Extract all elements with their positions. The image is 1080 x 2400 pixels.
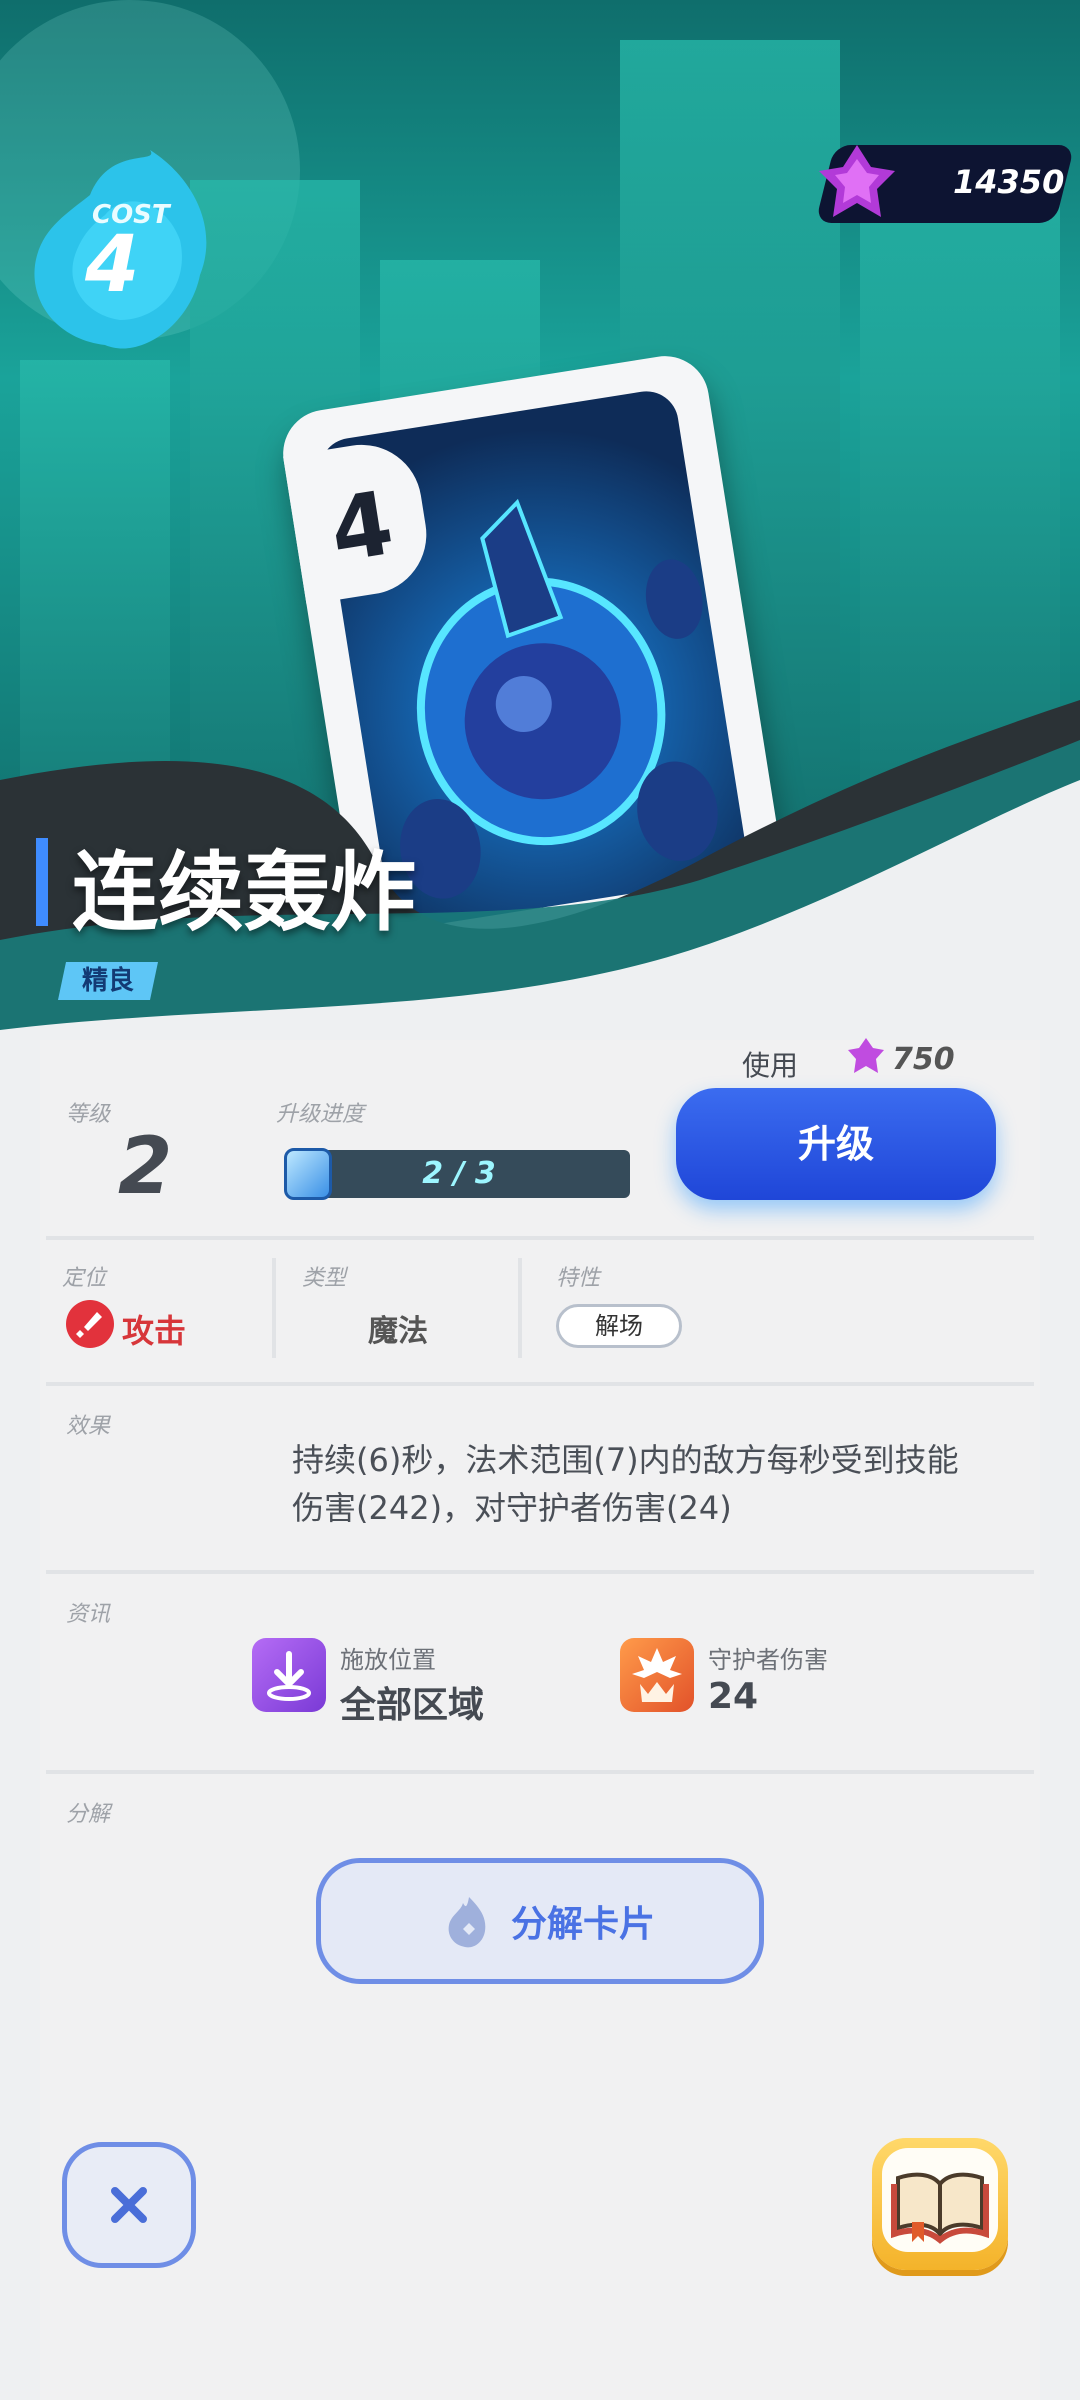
disassemble-label: 分解 (66, 1802, 111, 1827)
role-label: 定位 (62, 1266, 107, 1291)
close-icon (111, 2187, 147, 2223)
divider (46, 1236, 1034, 1240)
trait-label: 特性 (556, 1266, 601, 1291)
divider (272, 1258, 276, 1358)
trait-tag: 解场 (556, 1304, 682, 1348)
effect-line: 持续(6)秒，法术范围(7)内的敌方每秒受到技能 (292, 1441, 959, 1479)
rarity-badge: 精良 (58, 962, 158, 1000)
effect-label: 效果 (66, 1414, 111, 1439)
use-label: 使用 (742, 1049, 799, 1082)
info-label: 资讯 (66, 1602, 111, 1627)
disassemble-button[interactable]: 分解卡片 (316, 1858, 764, 1984)
effect-description: 持续(6)秒，法术范围(7)内的敌方每秒受到技能 伤害(242)，对守护者伤害(… (292, 1436, 992, 1532)
upgrade-button[interactable]: 升级 (676, 1088, 996, 1200)
type-value: 魔法 (368, 1314, 428, 1349)
divider (518, 1258, 522, 1358)
guardian-damage-icon (620, 1638, 694, 1712)
book-button-inner (882, 2148, 998, 2252)
title-accent-bar (36, 838, 48, 926)
card-title: 连续轰炸 (72, 843, 416, 943)
guardian-label: 守护者伤害 (708, 1646, 828, 1674)
progress-text: 2 / 3 (422, 1156, 496, 1191)
cost-value: 4 (85, 220, 140, 310)
type-label: 类型 (302, 1266, 347, 1291)
sword-icon (66, 1300, 114, 1348)
currency-display: 14350 (805, 145, 1075, 223)
cast-value: 全部区域 (340, 1685, 485, 1726)
divider (46, 1770, 1034, 1774)
guide-book-button[interactable] (872, 2138, 1008, 2270)
book-icon (891, 2172, 989, 2244)
close-button[interactable] (62, 2142, 196, 2268)
upgrade-progress-bar: 2 / 3 (284, 1148, 630, 1200)
level-value: 2 (118, 1122, 173, 1212)
purple-crystal-icon (848, 1038, 884, 1073)
flame-icon (448, 1897, 486, 1948)
effect-line: 伤害(242)，对守护者伤害(24) (292, 1489, 732, 1527)
purple-crystal-icon (819, 145, 895, 217)
disassemble-button-label: 分解卡片 (511, 1904, 656, 1945)
cast-label: 施放位置 (340, 1646, 436, 1674)
progress-label: 升级进度 (276, 1102, 365, 1127)
divider (46, 1570, 1034, 1574)
level-label: 等级 (66, 1102, 111, 1127)
divider (46, 1382, 1034, 1386)
cast-location-icon (252, 1638, 326, 1712)
upgrade-cost: 750 (892, 1042, 955, 1077)
guardian-value: 24 (708, 1676, 759, 1717)
role-value: 攻击 (122, 1312, 187, 1350)
currency-amount: 14350 (953, 163, 1065, 201)
